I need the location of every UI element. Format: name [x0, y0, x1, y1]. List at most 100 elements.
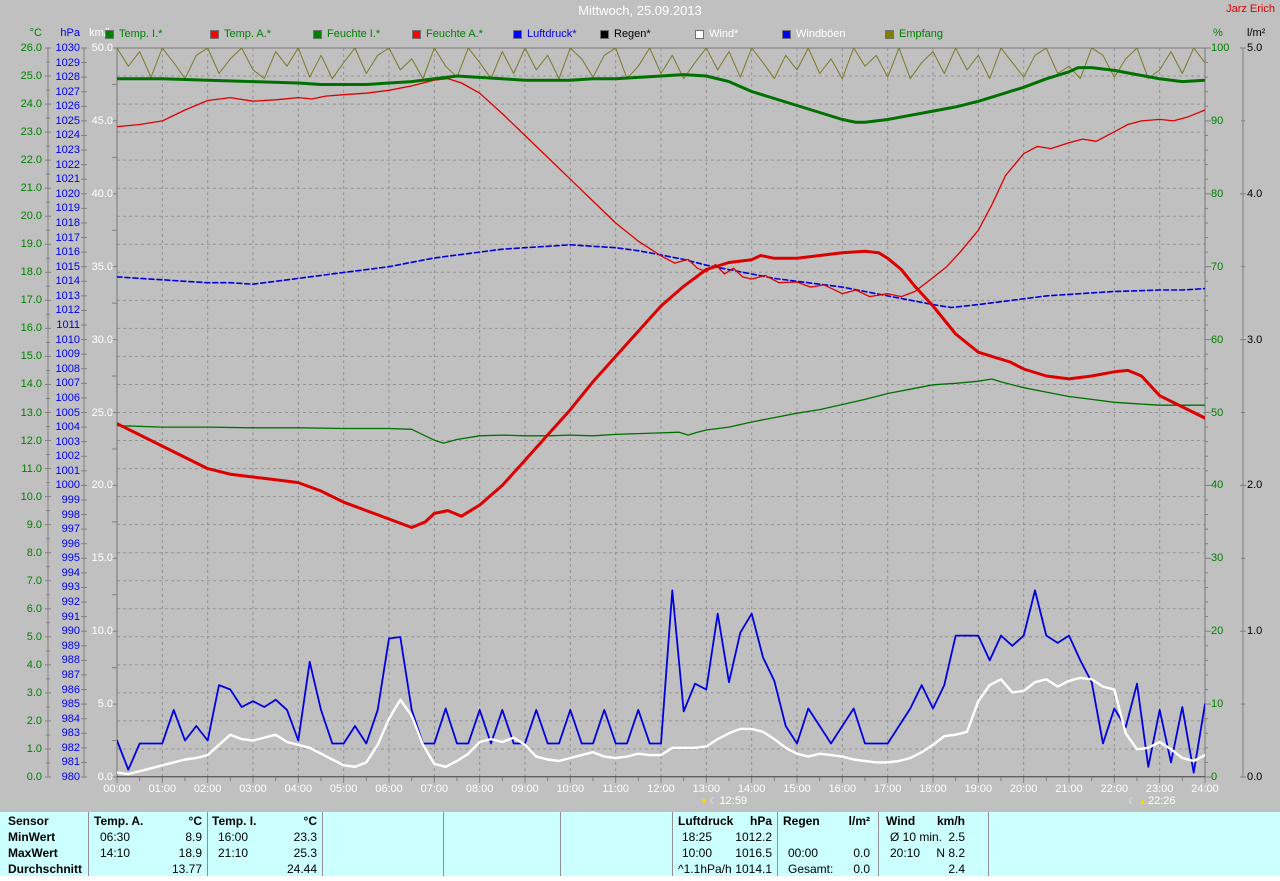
axis-header-hpa: hPa: [46, 27, 80, 39]
legend-label-windboeen: Windböen: [796, 29, 846, 40]
regen-start-time: 00:00: [788, 846, 818, 860]
tick-label-hpa: 995: [46, 553, 80, 564]
temp-a-min: 8.9: [140, 830, 202, 844]
table-divider: [322, 812, 323, 876]
axis-header-lm2: l/m²: [1247, 27, 1279, 39]
wind-avg: 2.4: [905, 862, 965, 876]
tick-label-hpa: 999: [46, 495, 80, 506]
luftdruck-avg: 1014.1: [705, 862, 772, 876]
tick-label-hpa: 1019: [46, 203, 80, 214]
tick-label-hpa: 1001: [46, 466, 80, 477]
temp-i-swatch: [105, 30, 114, 39]
tick-label-kmh: 30.0: [80, 335, 113, 346]
tick-label-celsius: 9.0: [8, 520, 42, 531]
tick-label-celsius: 1.0: [8, 744, 42, 755]
tick-label-celsius: 3.0: [8, 688, 42, 699]
time-label: 20:00: [1004, 783, 1044, 795]
axis-header-percent: %: [1213, 27, 1241, 39]
tick-label-hpa: 1013: [46, 291, 80, 302]
tick-label-hpa: 1020: [46, 189, 80, 200]
row-label-minwert: MinWert: [8, 830, 55, 844]
tick-label-hpa: 988: [46, 655, 80, 666]
tick-label-celsius: 16.0: [8, 323, 42, 334]
tick-label-hpa: 1024: [46, 130, 80, 141]
tick-label-hpa: 1012: [46, 305, 80, 316]
tick-label-celsius: 24.0: [8, 99, 42, 110]
legend-item-temp-i[interactable]: Temp. I.*: [105, 29, 162, 40]
tick-label-hpa: 980: [46, 772, 80, 783]
windboeen-swatch: [782, 30, 791, 39]
time-label: 06:00: [369, 783, 409, 795]
tick-label-hpa: 985: [46, 699, 80, 710]
temp-i-max-time: 21:10: [218, 846, 248, 860]
time-label: 04:00: [278, 783, 318, 795]
luftdruck-swatch: [513, 30, 522, 39]
time-label: 18:00: [913, 783, 953, 795]
legend-item-luftdruck[interactable]: Luftdruck*: [513, 29, 577, 40]
wind-avg10: 2.5: [905, 830, 965, 844]
temp-a-min-time: 06:30: [100, 830, 130, 844]
legend-item-temp-a[interactable]: Temp. A.*: [210, 29, 271, 40]
temp-a-max-time: 14:10: [100, 846, 130, 860]
tick-label-hpa: 1021: [46, 174, 80, 185]
tick-label-hpa: 1018: [46, 218, 80, 229]
tick-label-percent: 70: [1211, 262, 1243, 273]
arrow-down-icon: ▼: [700, 796, 709, 806]
legend-label-regen: Regen*: [614, 29, 651, 40]
page-title: Mittwoch, 25.09.2013: [0, 3, 1280, 18]
tick-label-celsius: 13.0: [8, 408, 42, 419]
table-divider: [443, 812, 444, 876]
table-divider: [560, 812, 561, 876]
tick-label-hpa: 991: [46, 612, 80, 623]
tick-label-celsius: 7.0: [8, 576, 42, 587]
row-label-maxwert: MaxWert: [8, 846, 58, 860]
tick-label-hpa: 983: [46, 728, 80, 739]
empfang-swatch: [885, 30, 894, 39]
temp-i-max: 25.3: [255, 846, 317, 860]
col-temp-i-name: Temp. I.: [212, 814, 256, 828]
wind-max: N 8.2: [905, 846, 965, 860]
axis-header-celsius: °C: [8, 27, 42, 39]
row-label-durchschnitt: Durchschnitt: [8, 862, 82, 876]
tick-label-celsius: 19.0: [8, 239, 42, 250]
temp-a-swatch: [210, 30, 219, 39]
tick-label-kmh: 15.0: [80, 553, 113, 564]
legend-item-regen[interactable]: Regen*: [600, 29, 651, 40]
time-label: 23:00: [1140, 783, 1180, 795]
tick-label-celsius: 25.0: [8, 71, 42, 82]
tick-label-percent: 30: [1211, 553, 1243, 564]
table-divider: [988, 812, 989, 876]
tick-label-hpa: 1014: [46, 276, 80, 287]
tick-label-lm2: 0.0: [1247, 772, 1277, 783]
regen-start: 0.0: [815, 846, 870, 860]
tick-label-lm2: 4.0: [1247, 189, 1277, 200]
tick-label-celsius: 10.0: [8, 492, 42, 503]
tick-label-hpa: 1030: [46, 43, 80, 54]
time-label: 19:00: [958, 783, 998, 795]
table-divider: [777, 812, 778, 876]
tick-label-celsius: 15.0: [8, 351, 42, 362]
time-label: 03:00: [233, 783, 273, 795]
moonrise-marker: ☾▲22:26: [1128, 795, 1176, 807]
time-label: 17:00: [868, 783, 908, 795]
statistics-table: Sensor MinWert MaxWert Durchschnitt Temp…: [0, 812, 1280, 876]
tick-label-hpa: 1026: [46, 101, 80, 112]
tick-label-percent: 80: [1211, 189, 1243, 200]
legend-item-wind[interactable]: Wind*: [695, 29, 738, 40]
col-wind-unit: km/h: [905, 814, 965, 828]
legend-label-wind: Wind*: [709, 29, 738, 40]
tick-label-hpa: 1022: [46, 160, 80, 171]
tick-label-celsius: 4.0: [8, 660, 42, 671]
legend-item-empfang[interactable]: Empfang: [885, 29, 943, 40]
tick-label-celsius: 5.0: [8, 632, 42, 643]
legend-item-windboeen[interactable]: Windböen: [782, 29, 846, 40]
col-luftdruck-unit: hPa: [718, 814, 772, 828]
legend-item-feuchte-a[interactable]: Feuchte A.*: [412, 29, 483, 40]
table-divider: [672, 812, 673, 876]
legend-item-feuchte-i[interactable]: Feuchte I.*: [313, 29, 380, 40]
tick-label-hpa: 993: [46, 582, 80, 593]
tick-label-hpa: 1025: [46, 116, 80, 127]
time-label: 13:00: [686, 783, 726, 795]
col-temp-a-unit: °C: [150, 814, 202, 828]
tick-label-celsius: 26.0: [8, 43, 42, 54]
